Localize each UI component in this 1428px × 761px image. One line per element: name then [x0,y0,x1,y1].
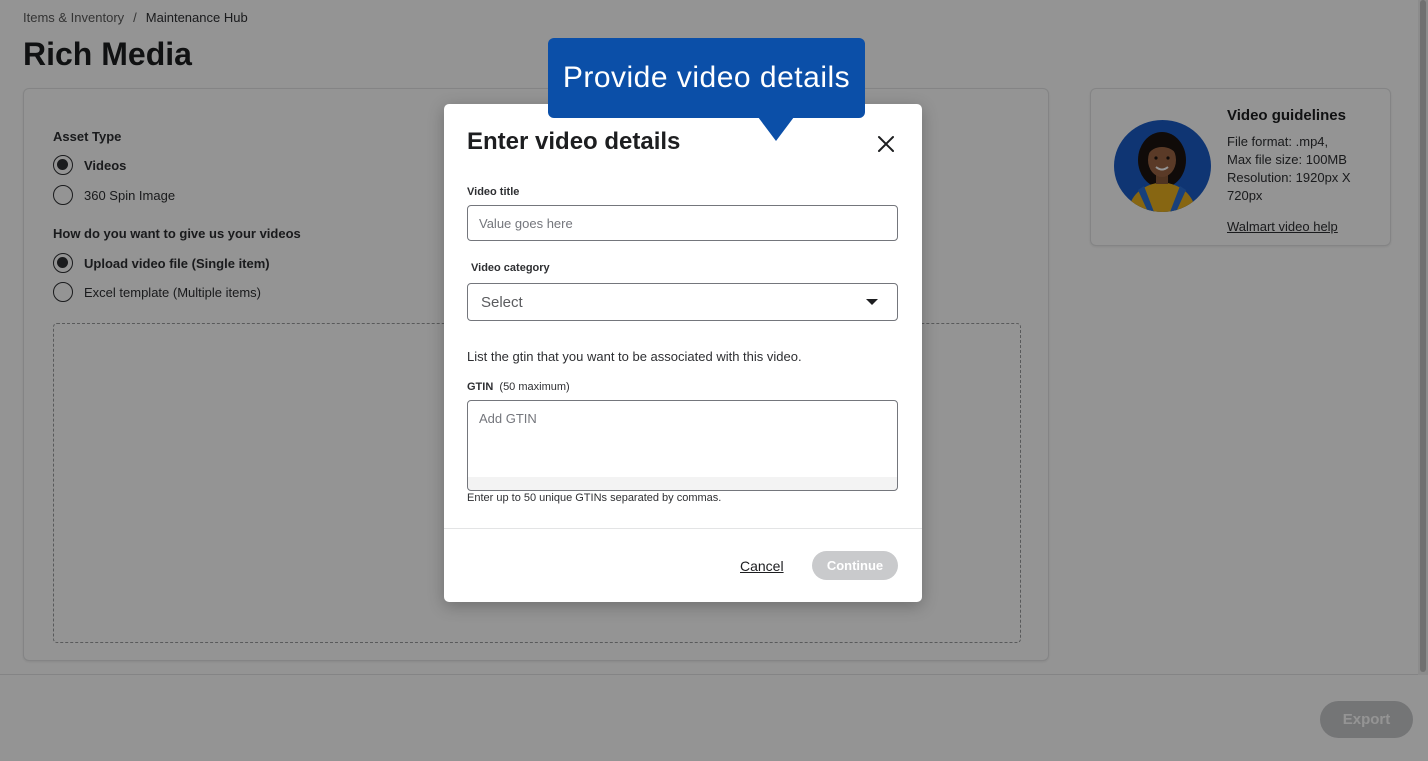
gtin-label-note: (50 maximum) [499,381,570,393]
close-icon[interactable] [874,132,898,156]
video-title-label: Video title [467,186,520,198]
modal-title: Enter video details [467,128,681,155]
video-title-input[interactable] [467,205,898,241]
gtin-label-text: GTIN [467,381,494,393]
guide-tooltip: Provide video details [548,38,865,118]
gtin-label: GTIN (50 maximum) [467,381,570,393]
video-details-modal: Enter video details Video title Video ca… [444,104,922,602]
video-category-label: Video category [471,262,550,274]
gtin-help-text: Enter up to 50 unique GTINs separated by… [467,492,722,504]
continue-button[interactable]: Continue [812,551,898,580]
modal-divider [444,528,922,529]
tooltip-arrow [758,117,794,141]
video-category-select[interactable]: Select [467,283,898,321]
video-category-value: Select [481,293,523,311]
cancel-button[interactable]: Cancel [740,558,784,574]
chevron-down-icon [866,299,878,305]
gtin-intro-text: List the gtin that you want to be associ… [467,349,802,364]
gtin-textarea[interactable] [467,400,898,491]
